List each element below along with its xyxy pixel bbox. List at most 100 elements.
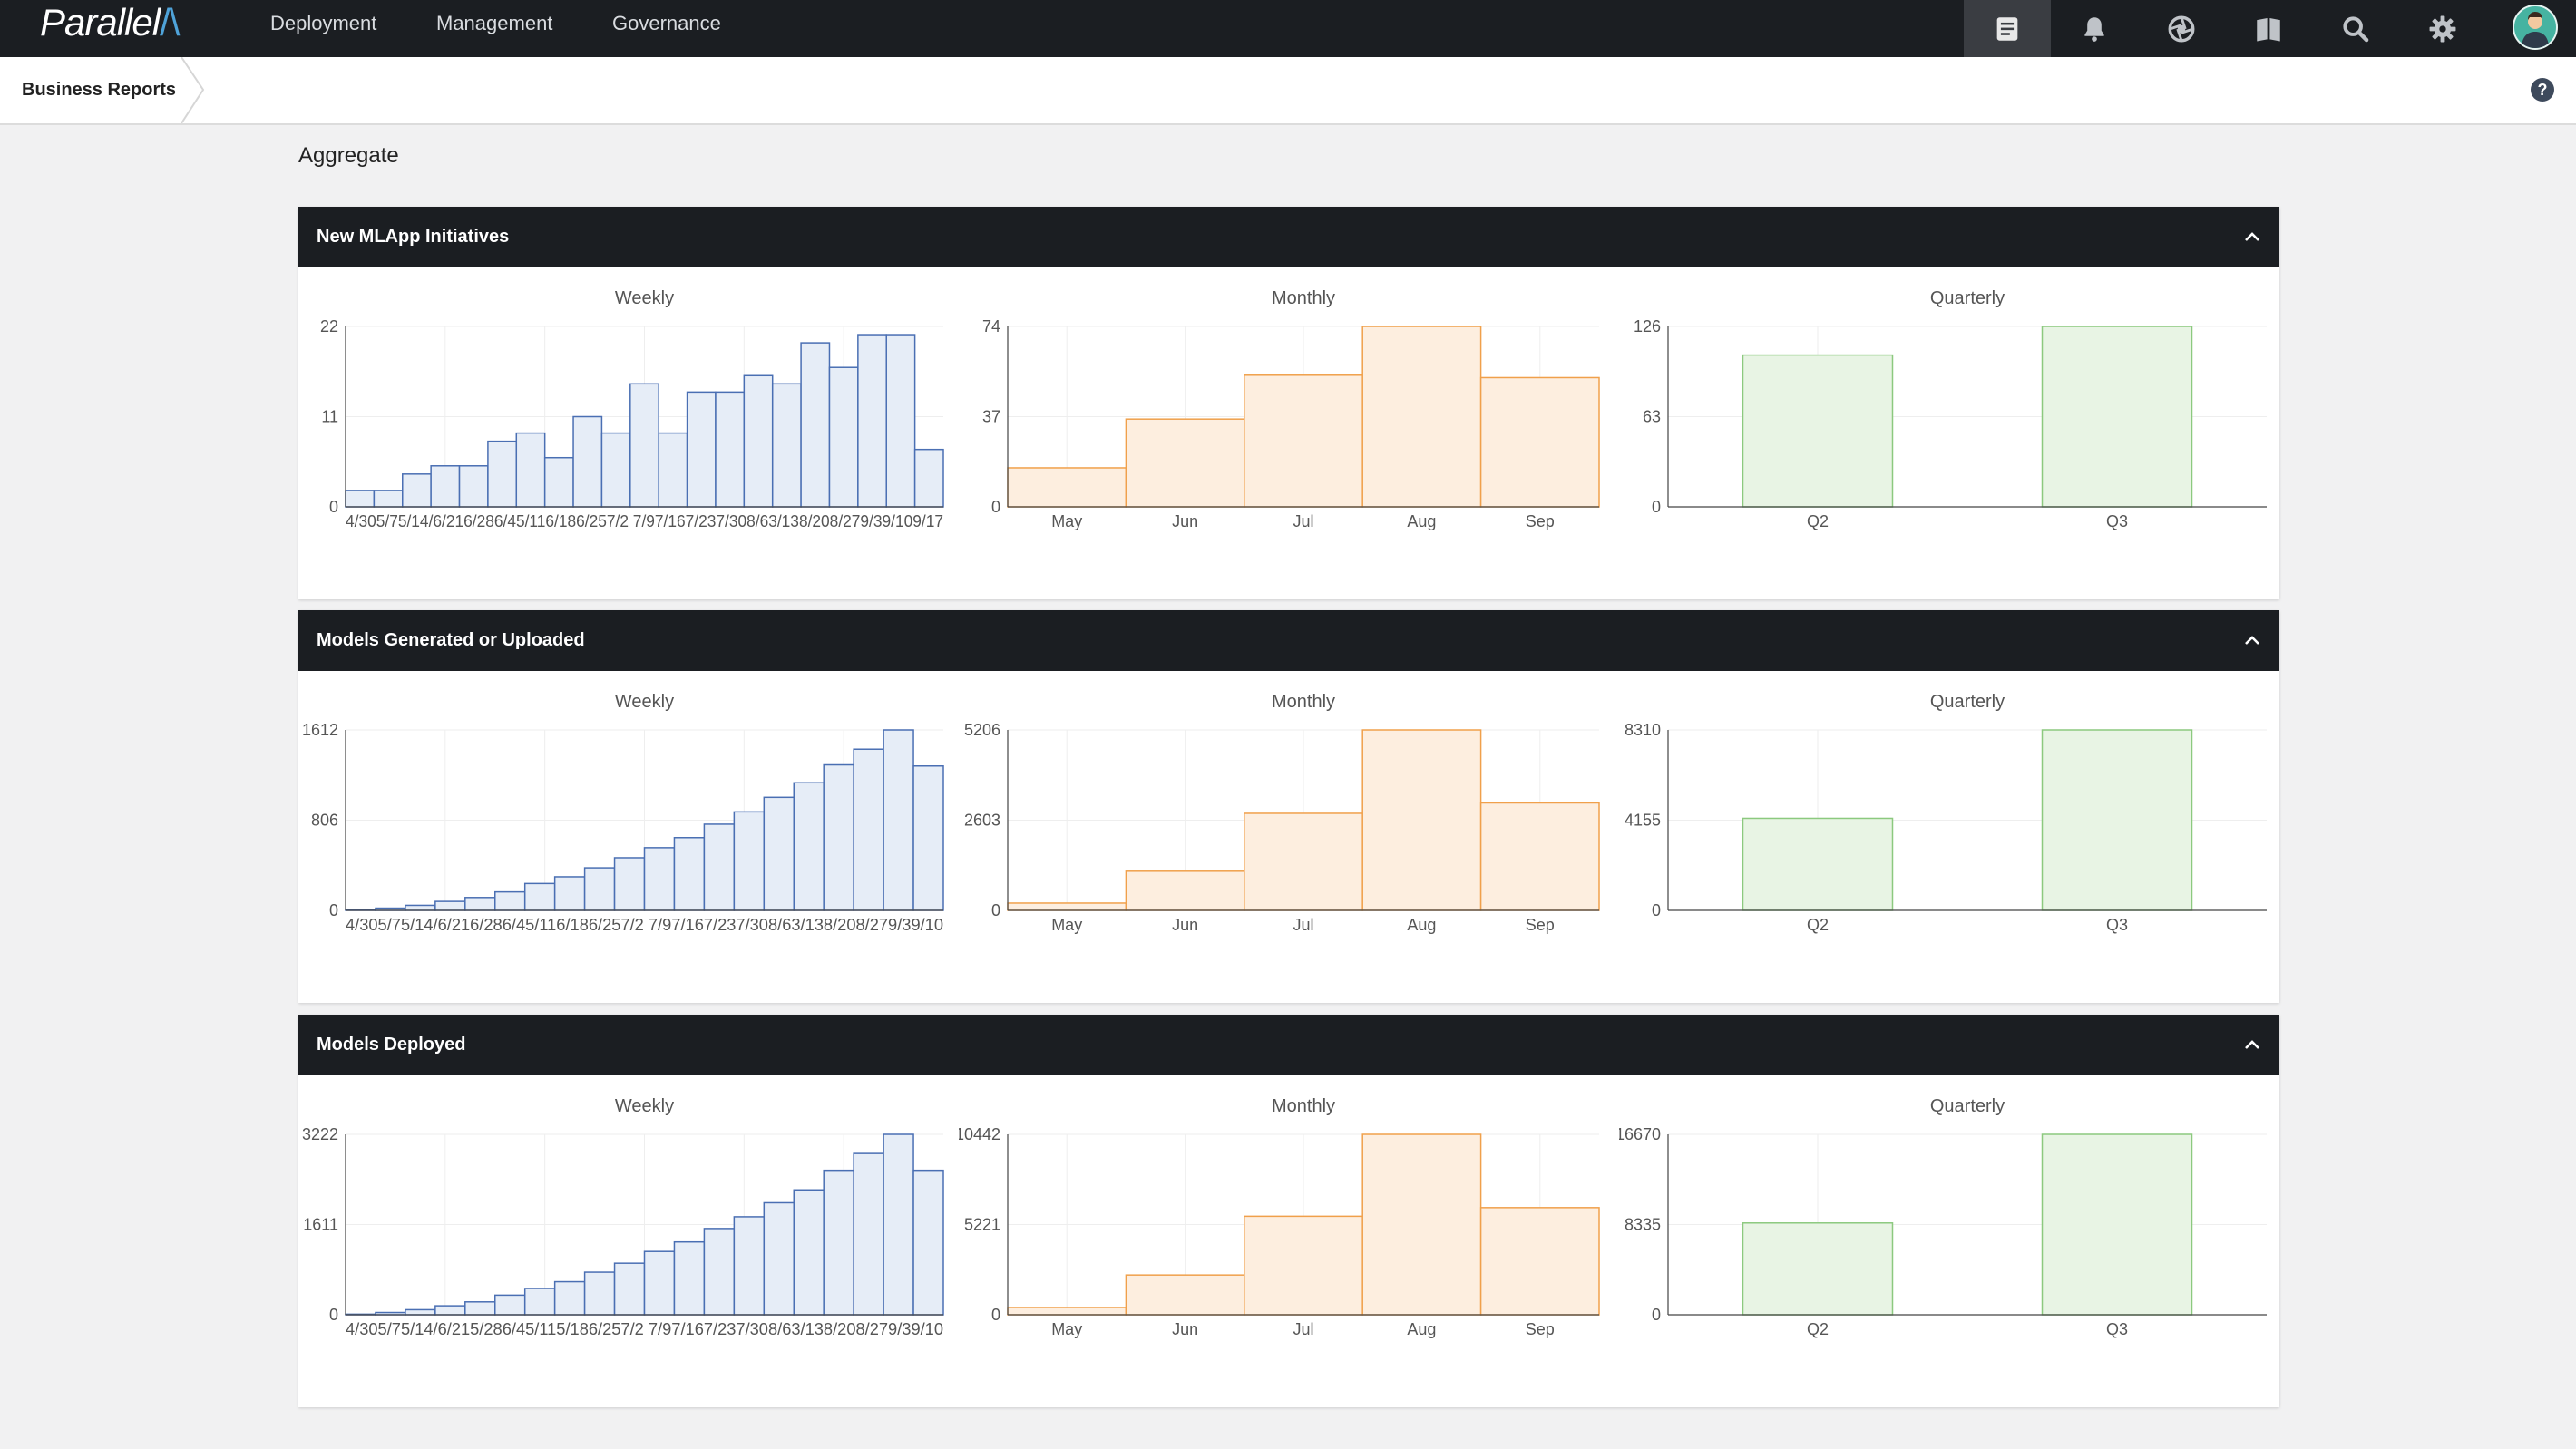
bar[interactable] [883,1133,914,1316]
bar[interactable] [458,465,489,508]
bar[interactable] [434,1305,466,1316]
app-logo[interactable]: Parallel/\ [40,0,180,45]
bar[interactable] [733,811,766,911]
chevron-up-icon[interactable] [2241,630,2263,652]
panel-header[interactable]: Models Generated or Uploaded [298,610,2279,671]
bar[interactable] [523,1288,556,1316]
bar[interactable] [643,847,676,911]
bar[interactable] [1007,1307,1127,1316]
bar[interactable] [643,1250,676,1316]
bar[interactable] [1742,1222,1894,1316]
bar[interactable] [1007,902,1127,911]
bar[interactable] [883,729,914,911]
bar[interactable] [2041,1133,2193,1316]
bar[interactable] [494,890,526,911]
bar[interactable] [2041,326,2193,508]
bar[interactable] [629,383,659,508]
bar[interactable] [572,415,603,508]
bar[interactable] [345,490,376,508]
bar[interactable] [1742,817,1894,911]
bar[interactable] [1125,418,1245,508]
bar[interactable] [913,448,944,508]
panel-header[interactable]: New MLApp Initiatives [298,207,2279,267]
search-icon[interactable] [2312,0,2399,57]
bar[interactable] [828,366,859,508]
bar[interactable] [1125,870,1245,911]
bar[interactable] [373,490,404,508]
bar[interactable] [1361,729,1482,911]
bar[interactable] [673,837,706,911]
bar[interactable] [1479,376,1600,508]
bar[interactable] [1479,1207,1600,1316]
nav-deployment[interactable]: Deployment [270,0,376,47]
weekly-chart: Weekly 0 1611 3222 4/305/75/14/6/215/286/45/… [302,1096,944,1338]
bar[interactable] [523,882,556,911]
bar[interactable] [743,374,774,508]
breadcrumb[interactable]: Business Reports [0,57,205,123]
reports-icon[interactable] [1964,0,2051,57]
bar[interactable] [515,432,546,508]
bar[interactable] [1742,354,1894,508]
bar[interactable] [823,763,854,911]
bar[interactable] [793,1189,825,1316]
bar[interactable] [823,1169,854,1316]
bell-icon[interactable] [2051,0,2138,57]
bar[interactable] [1244,812,1363,911]
bar[interactable] [1125,1274,1245,1316]
bar[interactable] [487,440,518,508]
bar[interactable] [494,1294,526,1316]
bar[interactable] [771,383,802,508]
bar[interactable] [2041,729,2193,911]
bar[interactable] [1479,802,1600,911]
bar[interactable] [800,342,831,508]
bar[interactable] [464,1301,496,1316]
bar[interactable] [583,1271,616,1316]
chevron-up-icon[interactable] [2241,1035,2263,1056]
y-tick-label: 0 [991,901,1000,919]
book-icon[interactable] [2225,0,2312,57]
bar[interactable] [1244,1215,1363,1316]
bar[interactable] [430,465,461,508]
bar[interactable] [912,765,944,911]
bar[interactable] [763,1201,795,1316]
nav-governance[interactable]: Governance [612,0,721,47]
bar[interactable] [673,1240,706,1316]
chevron-up-icon[interactable] [2241,227,2263,248]
bar[interactable] [402,473,432,508]
bar[interactable] [715,391,746,508]
bar[interactable] [686,391,717,508]
bar[interactable] [583,867,616,911]
bar[interactable] [613,1262,646,1316]
bar[interactable] [464,897,496,911]
aperture-icon[interactable] [2138,0,2225,57]
bar[interactable] [793,782,825,911]
help-icon[interactable]: ? [2531,78,2554,102]
bar[interactable] [434,900,466,911]
bar[interactable] [543,456,574,508]
bar[interactable] [405,904,436,911]
bar[interactable] [1361,1133,1482,1316]
bar[interactable] [885,334,916,508]
bar[interactable] [853,1152,884,1316]
bar[interactable] [703,1228,736,1316]
user-avatar[interactable] [2513,5,2558,50]
bar[interactable] [553,1280,586,1316]
bar[interactable] [733,1216,766,1316]
bar[interactable] [553,876,586,911]
bar[interactable] [658,432,688,508]
breadcrumb-business-reports[interactable]: Business Reports [22,57,176,123]
bar[interactable] [1007,467,1127,508]
bar[interactable] [405,1308,436,1316]
bar[interactable] [613,857,646,911]
gear-icon[interactable] [2399,0,2486,57]
bar[interactable] [763,796,795,911]
bar[interactable] [853,748,884,911]
bar[interactable] [1244,374,1363,508]
nav-management[interactable]: Management [436,0,552,47]
bar[interactable] [912,1169,944,1316]
bar[interactable] [600,432,631,508]
bar[interactable] [857,334,887,508]
bar[interactable] [1361,326,1482,508]
bar[interactable] [703,823,736,911]
panel-header[interactable]: Models Deployed [298,1015,2279,1075]
